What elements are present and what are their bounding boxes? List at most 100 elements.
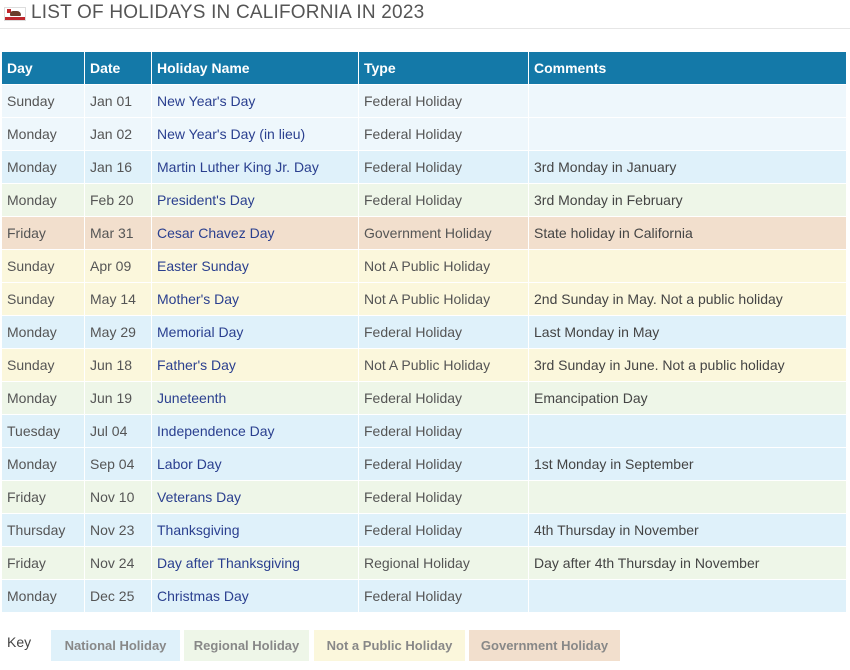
- cell-comment: 3rd Monday in February: [529, 183, 846, 216]
- cell-holiday-name[interactable]: Christmas Day: [152, 579, 359, 612]
- cell-comment: 1st Monday in September: [529, 447, 846, 480]
- cell-type: Not A Public Holiday: [359, 282, 529, 315]
- cell-comment: 4th Thursday in November: [529, 513, 846, 546]
- cell-date: Jan 16: [85, 150, 152, 183]
- cell-holiday-name[interactable]: Labor Day: [152, 447, 359, 480]
- cell-holiday-name[interactable]: Memorial Day: [152, 315, 359, 348]
- cell-comment: [529, 84, 846, 117]
- cell-type: Government Holiday: [359, 216, 529, 249]
- cell-holiday-name[interactable]: President's Day: [152, 183, 359, 216]
- table-row: Monday Dec 25 Christmas Day Federal Holiday: [2, 579, 846, 612]
- page-title: LIST OF HOLIDAYS IN CALIFORNIA IN 2023: [31, 2, 425, 23]
- california-flag-icon: [4, 7, 26, 21]
- cell-comment: [529, 480, 846, 513]
- key-regional-holiday: Regional Holiday: [184, 630, 309, 661]
- table-row: Sunday Apr 09 Easter Sunday Not A Public Ho…: [2, 249, 846, 282]
- column-header-day[interactable]: Day: [2, 52, 85, 84]
- table-row: Thursday Nov 23 Thanksgiving Federal Holida…: [2, 513, 846, 546]
- cell-day: Friday: [2, 216, 85, 249]
- title-bar: LIST OF HOLIDAYS IN CALIFORNIA IN 2023: [0, 0, 850, 29]
- column-header-date[interactable]: Date: [85, 52, 152, 84]
- cell-comment: [529, 414, 846, 447]
- table-row: Monday May 29 Memorial Day Federal Holiday L…: [2, 315, 846, 348]
- table-row: Monday Jan 02 New Year's Day (in lieu) Fede…: [2, 117, 846, 150]
- cell-type: Federal Holiday: [359, 117, 529, 150]
- cell-type: Federal Holiday: [359, 381, 529, 414]
- column-header-holiday-name[interactable]: Holiday Name: [152, 52, 359, 84]
- cell-type: Federal Holiday: [359, 447, 529, 480]
- cell-comment: [529, 117, 846, 150]
- table-row: Friday Mar 31 Cesar Chavez Day Government H…: [2, 216, 846, 249]
- cell-holiday-name[interactable]: Father's Day: [152, 348, 359, 381]
- cell-date: Jul 04: [85, 414, 152, 447]
- cell-comment: [529, 579, 846, 612]
- cell-day: Sunday: [2, 282, 85, 315]
- cell-day: Sunday: [2, 249, 85, 282]
- column-header-type[interactable]: Type: [359, 52, 529, 84]
- column-header-comments[interactable]: Comments: [529, 52, 846, 84]
- key-national-holiday: National Holiday: [51, 630, 180, 661]
- cell-type: Federal Holiday: [359, 480, 529, 513]
- cell-holiday-name[interactable]: Independence Day: [152, 414, 359, 447]
- cell-comment: Last Monday in May: [529, 315, 846, 348]
- cell-date: Nov 10: [85, 480, 152, 513]
- cell-day: Monday: [2, 117, 85, 150]
- cell-day: Monday: [2, 381, 85, 414]
- cell-type: Federal Holiday: [359, 579, 529, 612]
- cell-date: Mar 31: [85, 216, 152, 249]
- key-government-holiday: Government Holiday: [469, 630, 620, 661]
- cell-date: Jan 01: [85, 84, 152, 117]
- holidays-table: Day Date Holiday Name Type Comments Sund…: [2, 52, 846, 612]
- cell-day: Sunday: [2, 348, 85, 381]
- cell-date: Apr 09: [85, 249, 152, 282]
- cell-date: Feb 20: [85, 183, 152, 216]
- cell-date: Nov 23: [85, 513, 152, 546]
- cell-day: Monday: [2, 315, 85, 348]
- table-header-row: Day Date Holiday Name Type Comments: [2, 52, 846, 84]
- table-row: Sunday Jan 01 New Year's Day Federal Holida…: [2, 84, 846, 117]
- cell-date: May 14: [85, 282, 152, 315]
- cell-holiday-name[interactable]: New Year's Day: [152, 84, 359, 117]
- table-row: Monday Sep 04 Labor Day Federal Holiday 1st …: [2, 447, 846, 480]
- cell-date: Jun 18: [85, 348, 152, 381]
- cell-day: Monday: [2, 150, 85, 183]
- cell-type: Not A Public Holiday: [359, 348, 529, 381]
- cell-day: Monday: [2, 447, 85, 480]
- table-row: Monday Feb 20 President's Day Federal Holid…: [2, 183, 846, 216]
- cell-holiday-name[interactable]: Martin Luther King Jr. Day: [152, 150, 359, 183]
- cell-day: Sunday: [2, 84, 85, 117]
- cell-date: May 29: [85, 315, 152, 348]
- cell-holiday-name[interactable]: Easter Sunday: [152, 249, 359, 282]
- table-row: Friday Nov 24 Day after Thanksgiving Region…: [2, 546, 846, 579]
- table-row: Sunday May 14 Mother's Day Not A Public Hol…: [2, 282, 846, 315]
- cell-comment: [529, 249, 846, 282]
- cell-type: Federal Holiday: [359, 183, 529, 216]
- cell-holiday-name[interactable]: Day after Thanksgiving: [152, 546, 359, 579]
- cell-holiday-name[interactable]: Thanksgiving: [152, 513, 359, 546]
- cell-comment: 3rd Sunday in June. Not a public holiday: [529, 348, 846, 381]
- cell-type: Regional Holiday: [359, 546, 529, 579]
- key-label: Key: [7, 634, 32, 650]
- cell-holiday-name[interactable]: New Year's Day (in lieu): [152, 117, 359, 150]
- cell-comment: 2nd Sunday in May. Not a public holiday: [529, 282, 846, 315]
- cell-holiday-name[interactable]: Juneteenth: [152, 381, 359, 414]
- cell-comment: Day after 4th Thursday in November: [529, 546, 846, 579]
- cell-comment: Emancipation Day: [529, 381, 846, 414]
- cell-type: Not A Public Holiday: [359, 249, 529, 282]
- key-not-public-holiday: Not a Public Holiday: [314, 630, 465, 661]
- cell-holiday-name[interactable]: Veterans Day: [152, 480, 359, 513]
- legend-key: Key National Holiday Regional Holiday No…: [7, 630, 847, 661]
- table-row: Sunday Jun 18 Father's Day Not A Public Hol…: [2, 348, 846, 381]
- table-row: Monday Jun 19 Juneteenth Federal Holiday Ema…: [2, 381, 846, 414]
- cell-date: Jan 02: [85, 117, 152, 150]
- cell-type: Federal Holiday: [359, 84, 529, 117]
- cell-date: Nov 24: [85, 546, 152, 579]
- cell-comment: State holiday in California: [529, 216, 846, 249]
- cell-day: Monday: [2, 183, 85, 216]
- cell-type: Federal Holiday: [359, 513, 529, 546]
- cell-day: Friday: [2, 480, 85, 513]
- cell-holiday-name[interactable]: Cesar Chavez Day: [152, 216, 359, 249]
- cell-type: Federal Holiday: [359, 315, 529, 348]
- cell-holiday-name[interactable]: Mother's Day: [152, 282, 359, 315]
- cell-day: Friday: [2, 546, 85, 579]
